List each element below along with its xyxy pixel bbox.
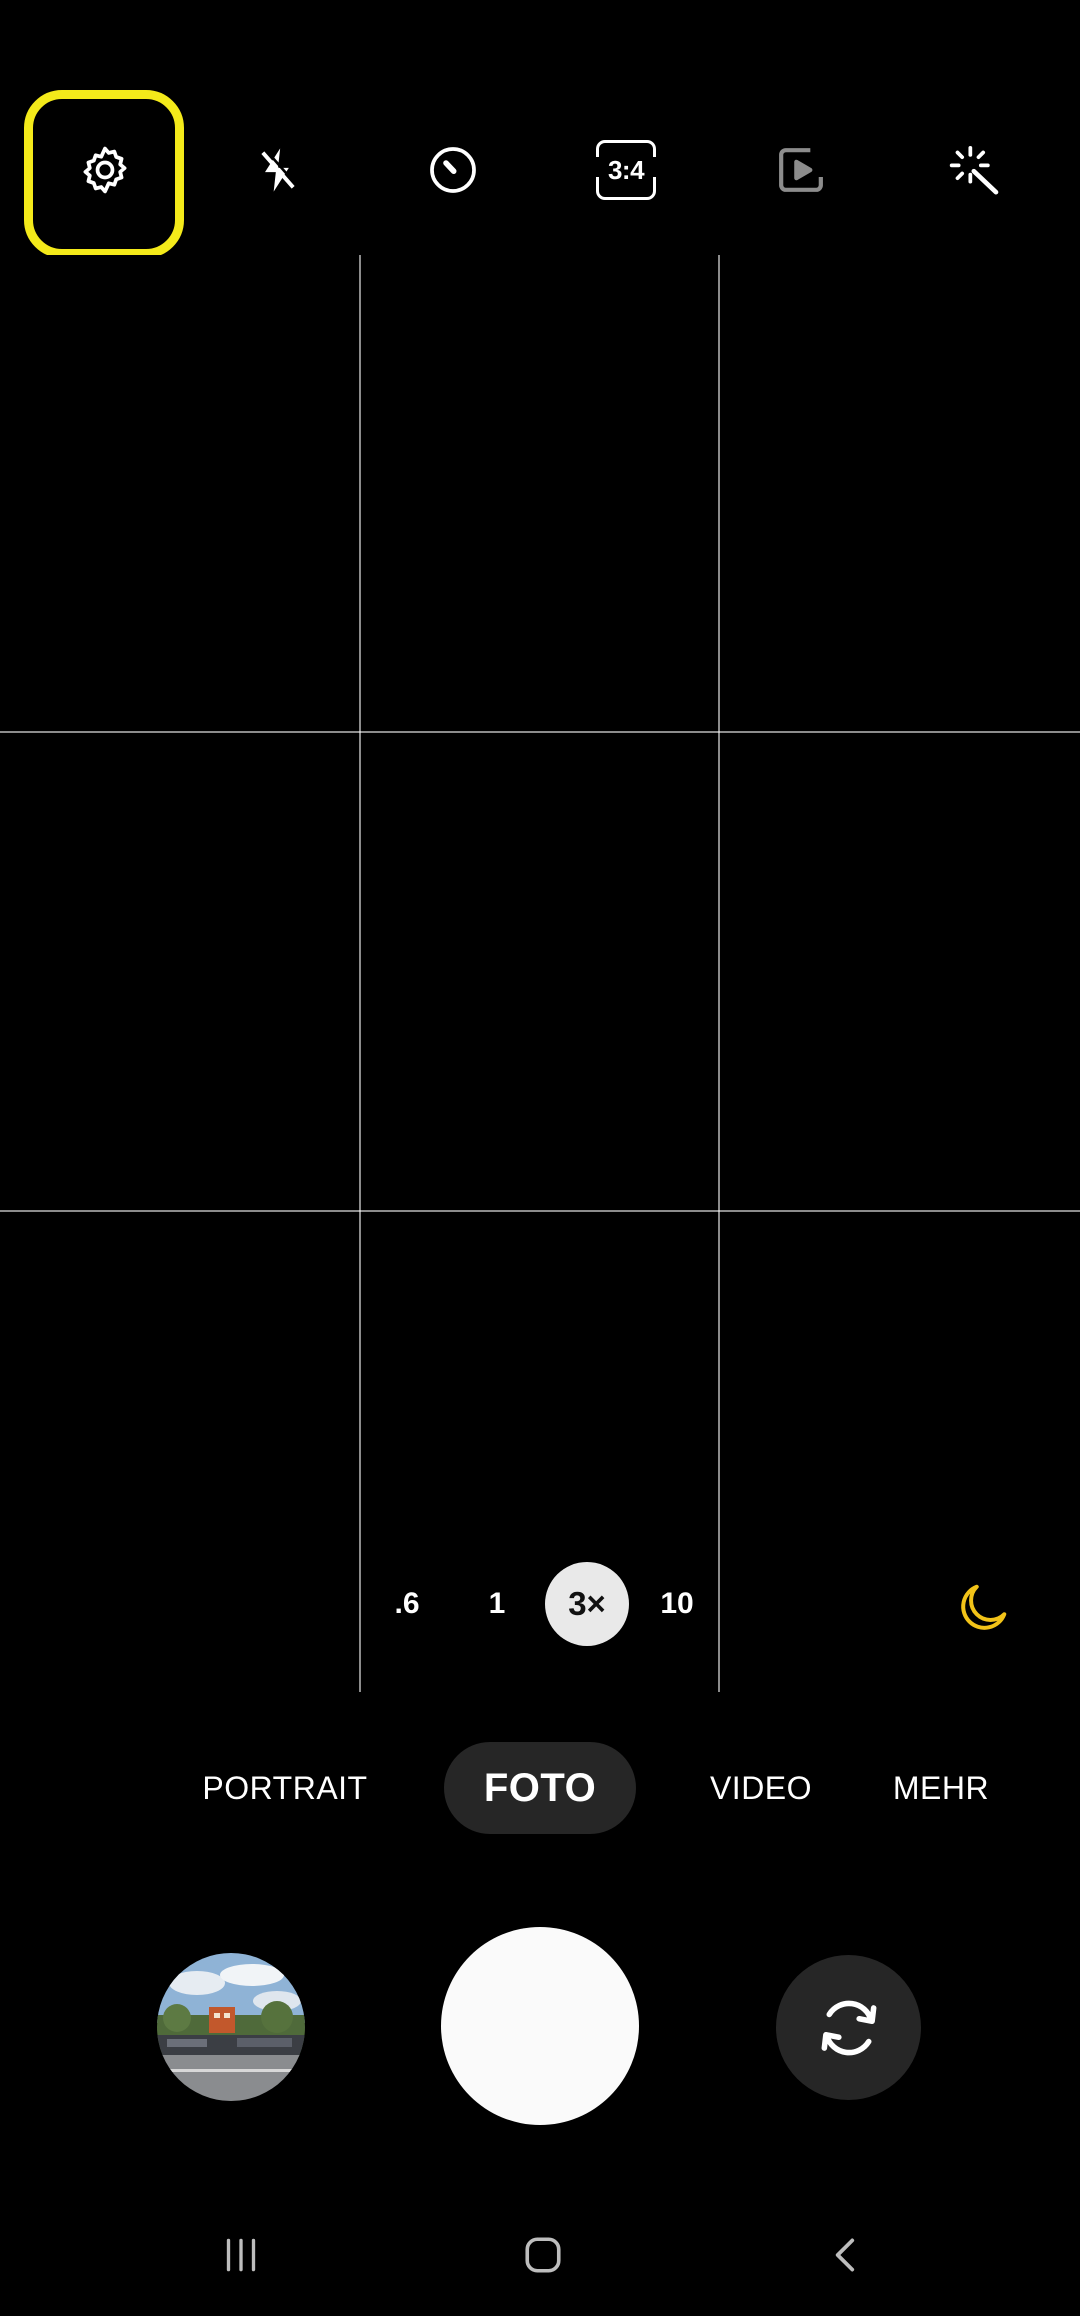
flash-off-icon <box>261 148 298 192</box>
mode-foto[interactable]: FOTO <box>444 1742 636 1834</box>
zoom-option-3x[interactable]: 3× <box>545 1562 629 1646</box>
zoom-option-0.6[interactable]: .6 <box>365 1562 449 1646</box>
shutter-button[interactable] <box>441 1927 639 2125</box>
recents-icon <box>226 2238 256 2272</box>
night-mode-button[interactable] <box>945 1570 1021 1646</box>
settings-button[interactable] <box>55 120 155 220</box>
gear-icon <box>83 146 127 194</box>
effects-button[interactable] <box>925 120 1025 220</box>
zoom-option-10[interactable]: 10 <box>635 1562 719 1646</box>
magic-wand-icon <box>949 145 999 195</box>
grid-line <box>0 1210 1080 1212</box>
camera-viewfinder[interactable] <box>0 255 1080 1692</box>
mode-portrait[interactable]: PORTRAIT <box>195 1742 375 1834</box>
timer-icon <box>430 147 476 193</box>
aspect-ratio-button[interactable]: 3:4 <box>576 120 676 220</box>
home-icon <box>525 2237 561 2273</box>
zoom-selector: .6 1 3× 10 <box>365 1562 725 1646</box>
flash-button[interactable] <box>228 120 328 220</box>
grid-line <box>359 255 361 1692</box>
motion-photo-button[interactable] <box>751 120 851 220</box>
grid-line <box>718 255 720 1692</box>
switch-camera-icon <box>821 2000 876 2055</box>
switch-camera-button[interactable] <box>776 1955 921 2100</box>
camera-top-toolbar: 3:4 <box>0 0 1080 258</box>
motion-photo-icon <box>779 148 823 192</box>
gallery-thumbnail[interactable] <box>157 1953 305 2101</box>
mode-mehr[interactable]: MEHR <box>886 1742 996 1834</box>
camera-mode-bar: PORTRAIT FOTO VIDEO MEHR <box>0 1692 1080 1892</box>
home-button[interactable] <box>498 2210 588 2300</box>
grid-line <box>0 731 1080 733</box>
aspect-ratio-frame: 3:4 <box>595 140 657 200</box>
frame-gap-left <box>595 157 601 177</box>
back-icon <box>835 2238 855 2272</box>
back-button[interactable] <box>801 2210 891 2300</box>
timer-button[interactable] <box>403 120 503 220</box>
system-navigation-bar <box>0 2180 1080 2316</box>
moon-icon <box>961 1584 1007 1630</box>
mode-video[interactable]: VIDEO <box>700 1742 822 1834</box>
frame-gap-right <box>651 157 657 177</box>
aspect-ratio-label: 3:4 <box>607 154 645 185</box>
gallery-preview-image <box>157 1953 305 2101</box>
recents-button[interactable] <box>196 2210 286 2300</box>
zoom-option-1[interactable]: 1 <box>455 1562 539 1646</box>
